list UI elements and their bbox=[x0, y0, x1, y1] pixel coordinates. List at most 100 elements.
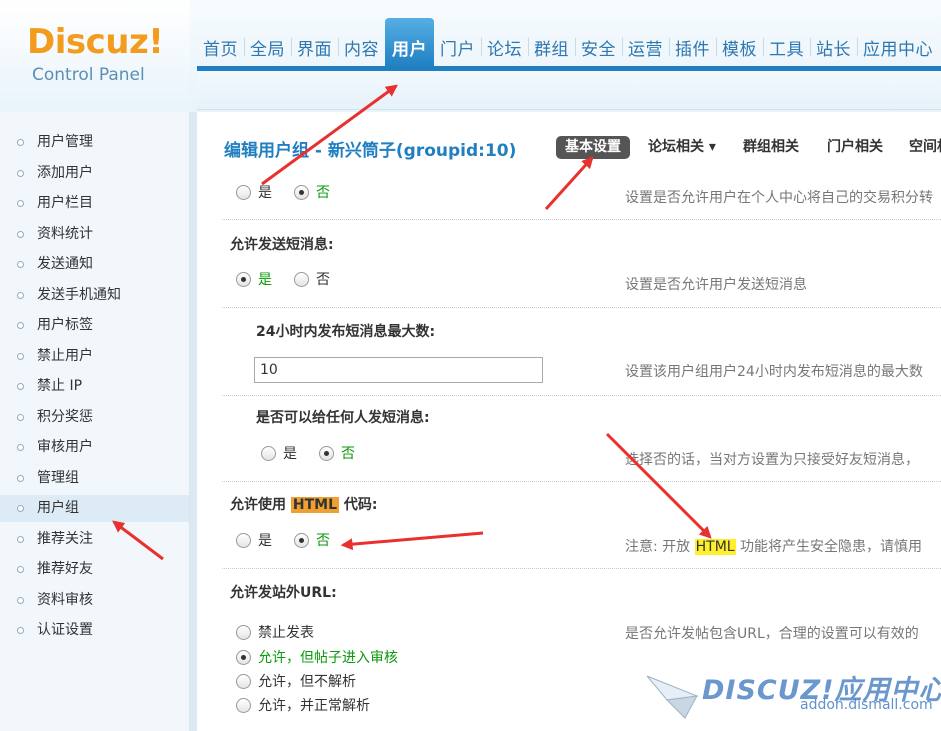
radio-label: 禁止发表 bbox=[258, 625, 314, 641]
sidebar-item[interactable]: 用户管理 bbox=[0, 129, 189, 156]
sidebar-item[interactable]: 认证设置 bbox=[0, 617, 189, 644]
sidebar-item-label: 推荐关注 bbox=[37, 530, 93, 547]
watermark-url: addon.dismall.com bbox=[800, 697, 933, 713]
radio-label: 允许，并正常解析 bbox=[258, 698, 370, 714]
allow-html-label-highlight: HTML bbox=[290, 497, 339, 513]
sidebar: 用户管理添加用户用户栏目资料统计发送通知发送手机通知 用户标签禁止用户禁止 IP 积… bbox=[0, 112, 190, 731]
nav-item[interactable]: 运营 bbox=[622, 18, 669, 68]
url-allow-review-radio[interactable]: 允许，但帖子进入审核 bbox=[236, 649, 398, 667]
sms-anyone-yes-radio[interactable]: 是 bbox=[261, 445, 297, 463]
nav-item[interactable]: 工具 bbox=[763, 18, 810, 68]
sms-anyone-no-radio[interactable]: 否 bbox=[319, 445, 355, 463]
allow-url-desc: 是否允许发帖包含URL，合理的设置可以有效的 bbox=[625, 626, 919, 642]
allow-html-yes-radio[interactable]: 是 bbox=[236, 532, 272, 550]
row-divider bbox=[222, 568, 941, 569]
tab-forum-related[interactable]: 论坛相关 ▾ bbox=[648, 136, 716, 159]
tab-space-related[interactable]: 空间相关 bbox=[909, 136, 941, 159]
sidebar-scrollbar[interactable] bbox=[190, 112, 197, 731]
sidebar-item-label: 禁止 IP bbox=[37, 378, 83, 394]
row-divider bbox=[222, 481, 941, 482]
radio-circle bbox=[236, 650, 251, 665]
sidebar-item[interactable]: 用户标签 bbox=[0, 312, 189, 339]
tab-basic-settings[interactable]: 基本设置 bbox=[556, 136, 630, 159]
radio-label: 允许，但不解析 bbox=[258, 674, 356, 690]
nav-item[interactable]: 群组 bbox=[528, 18, 575, 68]
sidebar-item[interactable]: 资料审核 bbox=[0, 587, 189, 614]
sidebar-item[interactable]: 推荐关注 bbox=[0, 526, 189, 553]
bullet-icon bbox=[17, 139, 24, 146]
allow-html-desc: 注意: 开放 HTML 功能将产生安全隐患，请慎用 bbox=[625, 536, 922, 556]
sms-limit-label: 24小时内发布短消息最大数: bbox=[256, 324, 436, 340]
bullet-icon bbox=[17, 444, 24, 451]
sidebar-item[interactable]: 发送手机通知 bbox=[0, 282, 189, 309]
sidebar-item[interactable]: 禁止用户 bbox=[0, 343, 189, 370]
radio-label: 是 bbox=[283, 446, 297, 462]
sidebar-item[interactable]: 发送通知 bbox=[0, 251, 189, 278]
url-allow-parse-radio[interactable]: 允许，并正常解析 bbox=[236, 697, 370, 715]
allow-sms-no-radio[interactable]: 否 bbox=[294, 271, 330, 289]
radio-label: 否 bbox=[341, 446, 355, 462]
tab-portal-related[interactable]: 门户相关 bbox=[827, 136, 883, 159]
sidebar-item[interactable]: 积分奖惩 bbox=[0, 404, 189, 431]
sidebar-item-label: 禁止用户 bbox=[37, 347, 93, 364]
tab-group-related[interactable]: 群组相关 bbox=[743, 136, 799, 159]
bullet-icon bbox=[17, 322, 24, 329]
nav-item[interactable]: 首页 bbox=[197, 18, 244, 68]
sidebar-item[interactable]: 资料统计 bbox=[0, 221, 189, 248]
radio-label: 否 bbox=[316, 185, 330, 201]
nav-item[interactable]: 界面 bbox=[291, 18, 338, 68]
sidebar-item-label: 用户标签 bbox=[37, 317, 93, 333]
nav-item[interactable]: 站长 bbox=[810, 18, 857, 68]
bullet-icon bbox=[17, 596, 24, 604]
sidebar-item-label: 资料审核 bbox=[37, 591, 93, 608]
sidebar-item[interactable]: 管理组 bbox=[0, 465, 189, 492]
bullet-icon bbox=[17, 566, 24, 573]
nav-item[interactable]: 门户 bbox=[434, 18, 481, 68]
radio-circle bbox=[261, 446, 276, 461]
sidebar-item[interactable]: 用户栏目 bbox=[0, 190, 189, 217]
sidebar-item-label: 资料统计 bbox=[37, 225, 93, 242]
sidebar-item[interactable]: 审核用户 bbox=[0, 434, 189, 461]
sidebar-item-label: 发送手机通知 bbox=[37, 286, 121, 303]
sidebar-item[interactable]: 推荐好友 bbox=[0, 556, 189, 583]
bullet-icon bbox=[17, 352, 24, 360]
nav-item[interactable]: 用户 bbox=[385, 18, 434, 68]
credit-transfer-yes-radio[interactable]: 是 bbox=[236, 184, 272, 202]
radio-label: 允许，但帖子进入审核 bbox=[258, 650, 398, 666]
allow-html-no-radio[interactable]: 否 bbox=[294, 532, 330, 550]
header: Discuz! Control Panel 首页 全局 界面 内容 用户 门户 论坛 群组 安全… bbox=[0, 0, 941, 112]
allow-html-desc-highlight: HTML bbox=[694, 539, 736, 555]
nav-item[interactable]: 插件 bbox=[669, 18, 716, 68]
credit-transfer-no-radio[interactable]: 否 bbox=[294, 184, 330, 202]
nav-item[interactable]: 论坛 bbox=[481, 18, 528, 68]
sms-limit-input[interactable] bbox=[254, 357, 543, 383]
radio-circle bbox=[294, 272, 309, 287]
nav-item[interactable]: 模板 bbox=[716, 18, 763, 68]
radio-label: 否 bbox=[316, 272, 330, 288]
radio-label: 是 bbox=[258, 533, 272, 549]
allow-html-label-post: 代码: bbox=[339, 497, 378, 513]
radio-circle bbox=[236, 625, 251, 640]
allow-sms-yes-radio[interactable]: 是 bbox=[236, 271, 272, 289]
logo[interactable]: Discuz! Control Panel bbox=[0, 0, 190, 106]
sidebar-item-label: 发送通知 bbox=[37, 256, 93, 272]
nav-item[interactable]: 内容 bbox=[338, 18, 385, 68]
sidebar-item[interactable]: 添加用户 bbox=[0, 160, 189, 187]
nav-item[interactable]: 全局 bbox=[244, 18, 291, 68]
url-allow-noparse-radio[interactable]: 允许，但不解析 bbox=[236, 673, 356, 691]
radio-circle bbox=[236, 185, 251, 200]
radio-circle bbox=[236, 533, 251, 548]
credit-transfer-desc: 设置是否允许用户在个人中心将自己的交易积分转 bbox=[625, 190, 933, 206]
top-nav: 首页 全局 界面 内容 用户 门户 论坛 群组 安全 运营 插件 模板 工具 站长 应用中心 bbox=[197, 18, 939, 68]
url-forbid-radio[interactable]: 禁止发表 bbox=[236, 624, 314, 642]
bullet-icon bbox=[17, 627, 24, 634]
allow-html-label-pre: 允许使用 bbox=[230, 497, 291, 513]
logo-subtitle: Control Panel bbox=[32, 65, 145, 85]
sidebar-item[interactable]: 禁止 IP bbox=[0, 373, 189, 400]
nav-item[interactable]: 应用中心 bbox=[857, 18, 939, 68]
main-content: 编辑用户组 - 新兴筒子(groupid:10) 基本设置 论坛相关 ▾ 群组相… bbox=[197, 112, 941, 731]
row-divider bbox=[222, 395, 941, 396]
sidebar-item-label: 推荐好友 bbox=[37, 561, 93, 577]
sidebar-item[interactable]: 用户组 bbox=[0, 495, 189, 522]
nav-item[interactable]: 安全 bbox=[575, 18, 622, 68]
